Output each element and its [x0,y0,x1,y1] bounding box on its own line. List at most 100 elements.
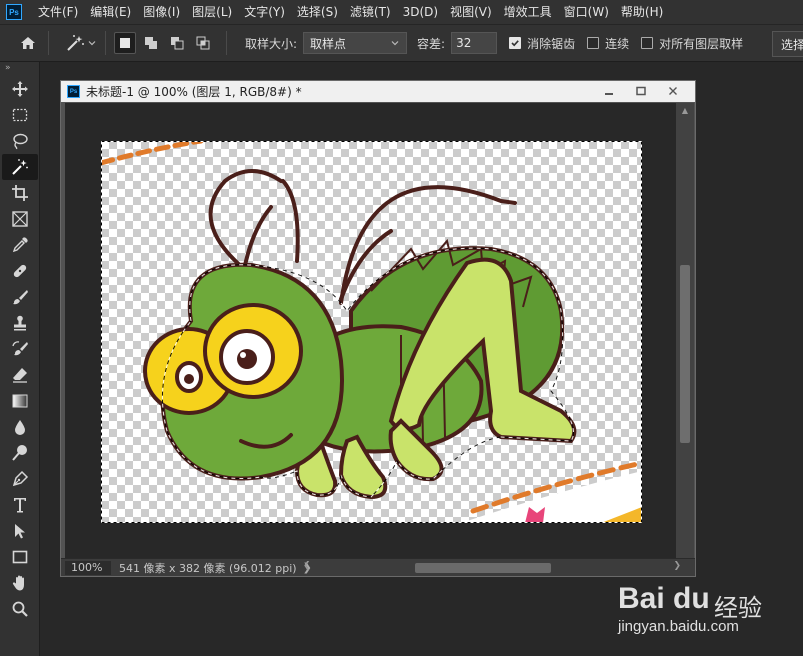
hand-icon [12,575,24,591]
frame-tool[interactable] [2,206,38,232]
document-title: 未标题-1 @ 100% (图层 1, RGB/8#) * [86,85,302,99]
vertical-scroll-thumb[interactable] [680,265,690,443]
frame-icon [12,211,28,227]
select-subject-button[interactable]: 选择主体 [772,31,803,57]
tools-panel: » [0,62,40,656]
menu-layer[interactable]: 图层(L) [186,0,238,24]
menu-plugins[interactable]: 增效工具 [498,0,558,24]
new-selection-button[interactable] [114,32,136,54]
menu-select[interactable]: 选择(S) [291,0,344,24]
move-icon [12,81,28,97]
tolerance-label: 容差: [417,36,446,51]
intersect-selection-button[interactable] [192,32,214,54]
healing-brush-tool[interactable] [2,258,38,284]
minimize-button[interactable] [593,81,625,101]
menu-edit[interactable]: 编辑(E) [84,0,137,24]
crop-tool[interactable] [2,180,38,206]
contiguous-label: 连续 [605,36,630,51]
minimize-icon [605,93,613,95]
menu-view[interactable]: 视图(V) [444,0,498,24]
rectangle-tool[interactable] [2,544,38,570]
photoshop-logo-icon[interactable]: Ps [6,4,22,20]
type-tool[interactable] [2,492,38,518]
document-canvas-area[interactable] [65,103,676,558]
sample-all-layers-label: 对所有图层取样 [659,36,744,51]
arrow-cursor-icon [15,524,25,539]
vertical-scrollbar[interactable]: ▲ [676,103,694,558]
status-bar: 100% 541 像素 x 382 像素 (96.012 ppi) ❯ ❮ ❯ [61,558,695,576]
menu-window[interactable]: 窗口(W) [558,0,615,24]
pen-icon [12,470,29,487]
marquee-tool[interactable] [2,102,38,128]
menu-3d[interactable]: 3D(D) [397,0,444,24]
chevron-down-icon [88,41,96,46]
checkbox-unchecked-icon [587,37,600,49]
path-selection-tool[interactable] [2,518,38,544]
checkbox-checked-icon [509,37,522,49]
document-size-info: 541 像素 x 382 像素 (96.012 ppi) [119,561,297,575]
contiguous-checkbox[interactable]: 连续 [587,35,629,52]
close-button[interactable] [657,81,689,101]
bandage-icon [13,264,27,278]
stamp-icon [14,315,26,331]
magic-wand-icon [67,35,84,51]
close-icon [669,87,677,95]
intersect-selection-icon [196,36,210,50]
move-tool[interactable] [2,76,38,102]
sample-size-label: 取样大小: [245,36,298,51]
magic-wand-tool[interactable] [2,154,38,180]
new-selection-icon [120,38,130,48]
history-brush-tool[interactable] [2,336,38,362]
divider [105,31,106,55]
pen-tool[interactable] [2,466,38,492]
document-title-bar[interactable]: Ps 未标题-1 @ 100% (图层 1, RGB/8#) * [61,81,695,102]
dodge-icon [12,445,27,461]
menu-filter[interactable]: 滤镜(T) [344,0,397,24]
eyedropper-icon [12,237,28,253]
antialias-checkbox[interactable]: 消除锯齿 [509,35,575,52]
baidu-jingyan-watermark: Bai du 经验 jingyan.baidu.com [614,568,794,646]
magnifier-icon [12,601,28,617]
add-selection-icon [145,37,157,49]
watermark-url: jingyan.baidu.com [618,618,739,635]
maximize-icon [636,86,646,96]
zoom-tool[interactable] [2,596,38,622]
scroll-left-arrow-icon[interactable]: ❮ [303,561,311,571]
divider [48,31,49,55]
tool-preset-picker[interactable] [65,34,97,52]
brush-tool[interactable] [2,284,38,310]
sample-all-layers-checkbox[interactable]: 对所有图层取样 [641,35,743,52]
menu-help[interactable]: 帮助(H) [615,0,669,24]
tolerance-input[interactable]: 32 [451,32,498,54]
sample-size-select[interactable]: 取样点 [303,32,408,54]
scroll-up-arrow-icon[interactable]: ▲ [676,103,694,119]
menu-file[interactable]: 文件(F) [32,0,84,24]
dodge-tool[interactable] [2,440,38,466]
subtract-from-selection-button[interactable] [166,32,188,54]
eyedropper-tool[interactable] [2,232,38,258]
antialias-label: 消除锯齿 [527,36,576,51]
menu-type[interactable]: 文字(Y) [238,0,291,24]
photoshop-doc-icon: Ps [67,85,80,98]
horizontal-scroll-thumb[interactable] [415,563,551,573]
menu-bar: Ps 文件(F) 编辑(E) 图像(I) 图层(L) 文字(Y) 选择(S) 滤… [0,0,803,24]
rectangular-marquee-icon [12,108,28,122]
hand-tool[interactable] [2,570,38,596]
home-button[interactable] [16,31,40,55]
collapse-toolbar-button[interactable]: » [0,62,39,76]
canvas[interactable] [101,141,642,523]
options-bar: 取样大小: 取样点 容差: 32 消除锯齿 连续 对所有图层取样 选择主体 [0,24,803,62]
clone-stamp-tool[interactable] [2,310,38,336]
maximize-button[interactable] [625,81,657,101]
rectangle-icon [12,550,28,564]
history-brush-icon [12,341,28,356]
add-to-selection-button[interactable] [140,32,162,54]
type-icon [14,498,26,513]
gradient-tool[interactable] [2,388,38,414]
blur-tool[interactable] [2,414,38,440]
sample-size-value: 取样点 [310,36,347,51]
eraser-tool[interactable] [2,362,38,388]
lasso-tool[interactable] [2,128,38,154]
menu-image[interactable]: 图像(I) [137,0,186,24]
zoom-level-field[interactable]: 100% [65,560,111,575]
